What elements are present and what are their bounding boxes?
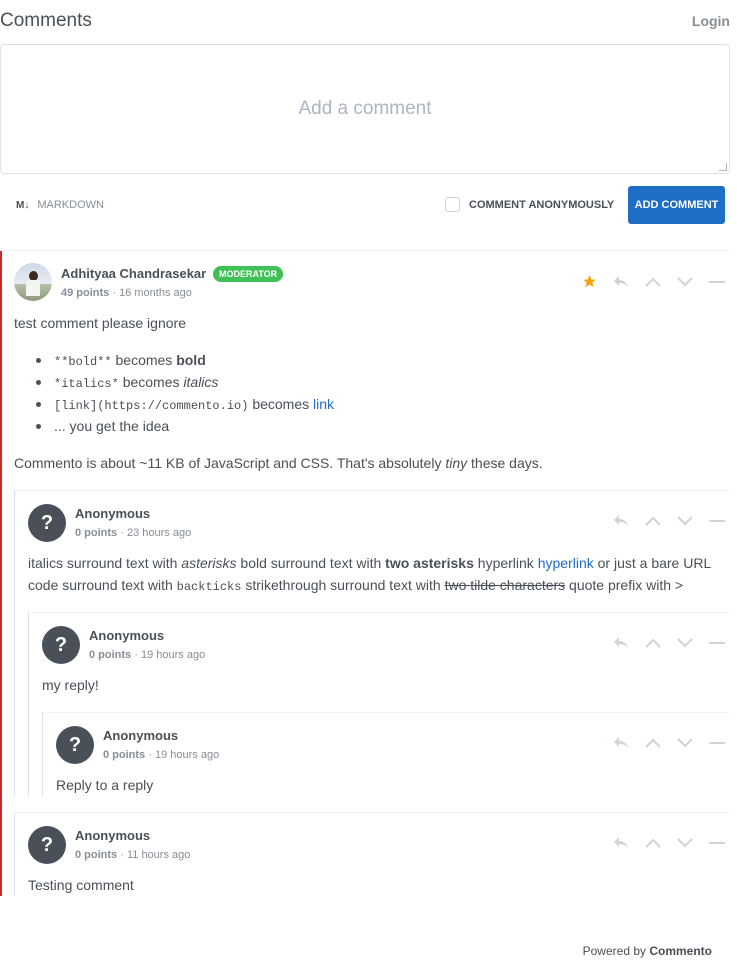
downvote-icon[interactable] bbox=[669, 516, 701, 526]
upvote-icon[interactable] bbox=[637, 638, 669, 648]
nested-divider bbox=[42, 712, 730, 713]
nested-thread-line bbox=[14, 812, 15, 896]
nested-thread-line bbox=[28, 612, 29, 796]
comment-meta: 49 points · 16 months ago bbox=[61, 287, 192, 299]
comment-text: my reply! bbox=[42, 677, 99, 693]
anonymous-label[interactable]: COMMENT ANONYMOUSLY bbox=[469, 199, 614, 211]
comment-author[interactable]: Anonymous bbox=[89, 628, 164, 643]
powered-by: Powered by Commento bbox=[582, 944, 712, 958]
markdown-help-toggle[interactable]: M↓ MARKDOWN bbox=[16, 199, 104, 211]
sticky-star-icon[interactable] bbox=[573, 274, 605, 289]
comment-meta: 0 points · 19 hours ago bbox=[89, 649, 206, 661]
reply-icon[interactable] bbox=[605, 514, 637, 528]
comment-points: 0 points bbox=[103, 749, 146, 761]
moderator-badge: MODERATOR bbox=[213, 266, 284, 282]
comment-text: test comment please ignore bbox=[14, 315, 186, 331]
nested-divider bbox=[28, 612, 730, 613]
comment-author[interactable]: Anonymous bbox=[75, 506, 150, 521]
avatar: ? bbox=[28, 826, 66, 864]
nested-divider bbox=[14, 812, 730, 813]
list-item: ... you get the idea bbox=[14, 415, 334, 437]
thread-indicator-bar bbox=[0, 251, 2, 896]
reply-icon[interactable] bbox=[605, 836, 637, 850]
comment-text: Commento is about ~11 KB of JavaScript a… bbox=[14, 455, 543, 471]
resize-handle-icon[interactable] bbox=[719, 163, 727, 171]
nested-thread-line bbox=[14, 490, 15, 796]
comment-textarea[interactable]: Add a comment bbox=[0, 44, 730, 174]
collapse-icon[interactable] bbox=[701, 841, 733, 845]
comments-title: Comments bbox=[0, 10, 92, 31]
collapse-icon[interactable] bbox=[701, 519, 733, 523]
add-comment-button[interactable]: ADD COMMENT bbox=[628, 186, 725, 224]
comment-points: 49 points bbox=[61, 287, 110, 299]
downvote-icon[interactable] bbox=[669, 638, 701, 648]
markdown-label: MARKDOWN bbox=[37, 199, 104, 211]
comment-author[interactable]: Anonymous bbox=[103, 728, 178, 743]
comment-time: 11 hours ago bbox=[126, 849, 191, 861]
comment-text: italics surround text with asterisks bol… bbox=[28, 555, 712, 571]
comment-bullet-list: **bold** becomes bold *italics* becomes … bbox=[14, 349, 334, 437]
comment-text: Reply to a reply bbox=[56, 777, 154, 793]
link[interactable]: link bbox=[313, 396, 334, 412]
comment-meta: 0 points · 23 hours ago bbox=[75, 527, 192, 539]
comment-text: code surround text with backticks strike… bbox=[28, 577, 684, 594]
reply-icon[interactable] bbox=[605, 636, 637, 650]
comment-actions bbox=[573, 274, 733, 289]
comment-actions bbox=[605, 736, 733, 750]
avatar: ? bbox=[28, 504, 66, 542]
comment-author[interactable]: Anonymous bbox=[75, 828, 150, 843]
comment-actions bbox=[605, 514, 733, 528]
comment-time: 19 hours ago bbox=[154, 749, 220, 761]
comment-author[interactable]: Adhityaa Chandrasekar bbox=[61, 266, 206, 281]
upvote-icon[interactable] bbox=[637, 516, 669, 526]
upvote-icon[interactable] bbox=[637, 838, 669, 848]
collapse-icon[interactable] bbox=[701, 280, 733, 284]
comment-points: 0 points bbox=[75, 849, 118, 861]
comment-actions bbox=[605, 836, 733, 850]
collapse-icon[interactable] bbox=[701, 641, 733, 645]
markdown-icon: M↓ bbox=[16, 199, 30, 211]
login-link[interactable]: Login bbox=[692, 13, 730, 29]
reply-icon[interactable] bbox=[605, 736, 637, 750]
upvote-icon[interactable] bbox=[637, 277, 669, 287]
anonymous-checkbox[interactable] bbox=[445, 197, 460, 212]
comments-header: Comments Login bbox=[0, 8, 730, 36]
comment-time: 23 hours ago bbox=[126, 527, 192, 539]
avatar: ? bbox=[56, 726, 94, 764]
anonymous-option[interactable]: COMMENT ANONYMOUSLY bbox=[445, 197, 614, 212]
comment-time: 16 months ago bbox=[119, 287, 192, 299]
commento-brand-link[interactable]: Commento bbox=[649, 944, 712, 958]
downvote-icon[interactable] bbox=[669, 276, 701, 287]
divider bbox=[0, 250, 730, 251]
comment-text: Testing comment bbox=[28, 877, 134, 893]
comment-points: 0 points bbox=[89, 649, 132, 661]
list-item: *italics* becomes italics bbox=[14, 371, 334, 393]
comment-meta: 0 points · 19 hours ago bbox=[103, 749, 220, 761]
downvote-icon[interactable] bbox=[669, 738, 701, 748]
comment-actions bbox=[605, 636, 733, 650]
avatar: ? bbox=[42, 626, 80, 664]
collapse-icon[interactable] bbox=[701, 741, 733, 745]
downvote-icon[interactable] bbox=[669, 838, 701, 848]
comment-points: 0 points bbox=[75, 527, 118, 539]
comment-placeholder: Add a comment bbox=[298, 98, 432, 119]
upvote-icon[interactable] bbox=[637, 738, 669, 748]
hyperlink[interactable]: hyperlink bbox=[538, 555, 594, 571]
comment-time: 19 hours ago bbox=[140, 649, 206, 661]
list-item: **bold** becomes bold bbox=[14, 349, 334, 371]
reply-icon[interactable] bbox=[605, 275, 637, 289]
nested-divider bbox=[14, 490, 730, 491]
avatar bbox=[14, 263, 52, 301]
nested-thread-line bbox=[42, 712, 43, 796]
list-item: [link](https://commento.io) becomes link bbox=[14, 393, 334, 415]
comment-meta: 0 points · 11 hours ago bbox=[75, 849, 191, 861]
